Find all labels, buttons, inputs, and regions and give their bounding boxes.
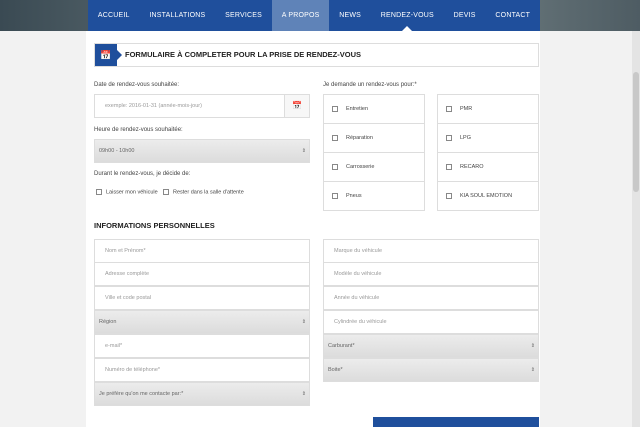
nav-a-propos[interactable]: A PROPOS — [271, 0, 330, 31]
checkbox[interactable] — [332, 163, 338, 170]
calendar-picker-icon[interactable]: 📅 — [284, 94, 310, 118]
gearbox-select-value: Boite* — [328, 367, 343, 373]
email-input[interactable]: e-mail* — [94, 334, 310, 358]
name-input[interactable]: Nom et Prénom* — [94, 239, 310, 263]
engine-input[interactable]: Cylindrée du véhicule — [323, 310, 539, 334]
left-gutter — [0, 0, 86, 427]
checkbox[interactable] — [332, 192, 338, 199]
checkbox[interactable] — [446, 105, 452, 112]
during-label: Durant le rendez-vous, je décide de: — [94, 171, 191, 177]
date-label: Date de rendez-vous souhaitée: — [94, 82, 180, 88]
select-caret-icon: ⇕ — [301, 148, 306, 154]
checkbox[interactable] — [446, 163, 452, 170]
service-reparation[interactable]: Réparation — [323, 123, 425, 153]
form-title-box: 📅 FORMULAIRE À COMPLETER POUR LA PRISE D… — [94, 43, 539, 67]
nav-news[interactable]: NEWS — [329, 0, 371, 31]
service-recaro[interactable]: RECARO — [437, 152, 539, 182]
address-input[interactable]: Adresse complète — [94, 262, 310, 286]
select-caret-icon: ⇕ — [301, 391, 306, 397]
brand-input[interactable]: Marque du véhicule — [323, 239, 539, 263]
option-leave-vehicle[interactable]: Laisser mon véhicule — [96, 189, 158, 195]
service-lpg[interactable]: LPG — [437, 123, 539, 153]
time-label: Heure de rendez-vous souhaitée: — [94, 127, 183, 133]
service-pmr[interactable]: PMR — [437, 94, 539, 124]
right-gutter — [540, 0, 640, 427]
nav-installations[interactable]: INSTALLATIONS — [139, 0, 215, 31]
select-caret-icon: ⇕ — [530, 367, 535, 373]
fuel-select-value: Carburant* — [328, 343, 355, 349]
phone-input[interactable]: Numéro de téléphone* — [94, 358, 310, 382]
checkbox[interactable] — [332, 134, 338, 141]
service-entretien[interactable]: Entretien — [323, 94, 425, 124]
nav-contact[interactable]: CONTACT — [486, 0, 540, 31]
nav-services[interactable]: SERVICES — [215, 0, 272, 31]
nav-accueil[interactable]: ACCUEIL — [88, 0, 139, 31]
request-label: Je demande un rendez-vous pour:* — [323, 82, 417, 88]
checkbox[interactable] — [163, 189, 169, 195]
select-caret-icon: ⇕ — [530, 343, 535, 349]
nav-rendez-vous[interactable]: RENDEZ-VOUS — [371, 0, 444, 31]
contact-preference-value: Je préfère qu'on me contacte par:* — [99, 391, 184, 397]
form-title: FORMULAIRE À COMPLETER POUR LA PRISE DE … — [125, 50, 361, 59]
region-select[interactable]: Région ⇕ — [94, 310, 310, 334]
service-carrosserie[interactable]: Carrosserie — [323, 152, 425, 182]
contact-preference-select[interactable]: Je préfère qu'on me contacte par:* ⇕ — [94, 382, 310, 406]
submit-button[interactable] — [373, 417, 539, 427]
calendar-icon: 📅 — [95, 44, 122, 66]
scrollbar[interactable] — [632, 0, 640, 427]
checkbox[interactable] — [332, 105, 338, 112]
year-input[interactable]: Année du véhicule — [323, 286, 539, 310]
fuel-select[interactable]: Carburant* ⇕ — [323, 334, 539, 358]
checkbox[interactable] — [446, 192, 452, 199]
scrollbar-thumb[interactable] — [633, 72, 639, 192]
checkbox[interactable] — [446, 134, 452, 141]
time-select[interactable]: 09h00 - 10h00 ⇕ — [94, 139, 310, 163]
date-input[interactable]: exemple: 2016-01-31 (année-mois-jour) — [94, 94, 285, 118]
city-input[interactable]: Ville et code postal — [94, 286, 310, 310]
service-kia-soul-emotion[interactable]: KIA SOUL EMOTION — [437, 181, 539, 211]
option-stay-waiting-room[interactable]: Rester dans la salle d'attente — [163, 189, 244, 195]
time-select-value: 09h00 - 10h00 — [99, 148, 135, 154]
page: ACCUEIL INSTALLATIONS SERVICES A PROPOS … — [0, 0, 640, 427]
gearbox-select[interactable]: Boite* ⇕ — [323, 358, 539, 382]
select-caret-icon: ⇕ — [301, 319, 306, 325]
main-nav: ACCUEIL INSTALLATIONS SERVICES A PROPOS … — [88, 0, 540, 31]
checkbox[interactable] — [96, 189, 102, 195]
region-select-value: Région — [99, 319, 117, 325]
personal-info-title: INFORMATIONS PERSONNELLES — [94, 221, 215, 230]
service-pneus[interactable]: Pneus — [323, 181, 425, 211]
nav-devis[interactable]: DEVIS — [444, 0, 486, 31]
model-input[interactable]: Modèle du véhicule — [323, 262, 539, 286]
